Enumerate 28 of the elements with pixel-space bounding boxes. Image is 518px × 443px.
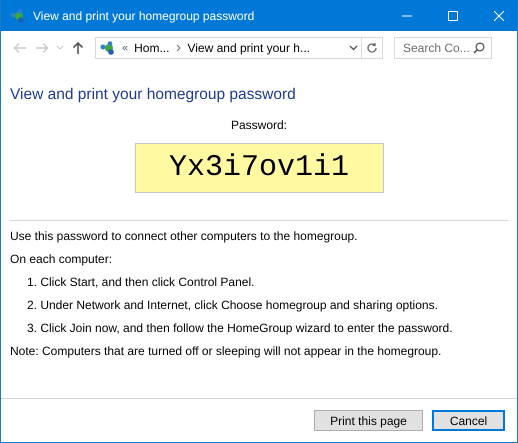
note-text: Note: Computers that are turned off or sleeping will not appear in the homegroup.: [10, 344, 442, 359]
homegroup-icon: [100, 41, 116, 55]
cancel-button[interactable]: Cancel: [432, 410, 505, 431]
up-arrow-icon: [72, 41, 84, 55]
address-bar[interactable]: « Hom... View and print your h...: [95, 37, 383, 59]
step-text: 2. Under Network and Internet, click Choose homegroup and sharing options.: [27, 298, 438, 313]
breadcrumb[interactable]: Hom...: [134, 41, 170, 55]
close-icon: [494, 10, 504, 20]
refresh-icon: [366, 42, 378, 54]
steps-title: On each computer:: [10, 252, 112, 267]
step-text: 3. Click Join now, and then follow the HomeGroup wizard to enter the password.: [27, 321, 453, 336]
search-icon: [473, 42, 485, 54]
step-text: 1. Click Start, and then click Control Panel.: [27, 275, 254, 290]
search-field[interactable]: Search Co...: [394, 37, 492, 59]
forward-arrow-icon: [35, 42, 49, 54]
homegroup-icon: [10, 8, 26, 22]
print-button[interactable]: Print this page: [314, 410, 423, 431]
maximize-icon: [448, 10, 458, 20]
window-title: View and print your homegroup password: [33, 8, 256, 22]
chevron-icon: [176, 44, 182, 52]
back-arrow-icon: [13, 42, 27, 54]
password-display: Yx3i7ov1i1: [134, 143, 384, 193]
intro-text: Use this password to connect other computers to the homegroup.: [10, 229, 358, 244]
password-label: Password:: [230, 118, 288, 132]
overflow-crumb[interactable]: «: [122, 42, 128, 54]
caret-icon: [56, 45, 64, 51]
breadcrumb[interactable]: View and print your h...: [187, 41, 310, 55]
page-heading: View and print your homegroup password: [10, 86, 296, 104]
